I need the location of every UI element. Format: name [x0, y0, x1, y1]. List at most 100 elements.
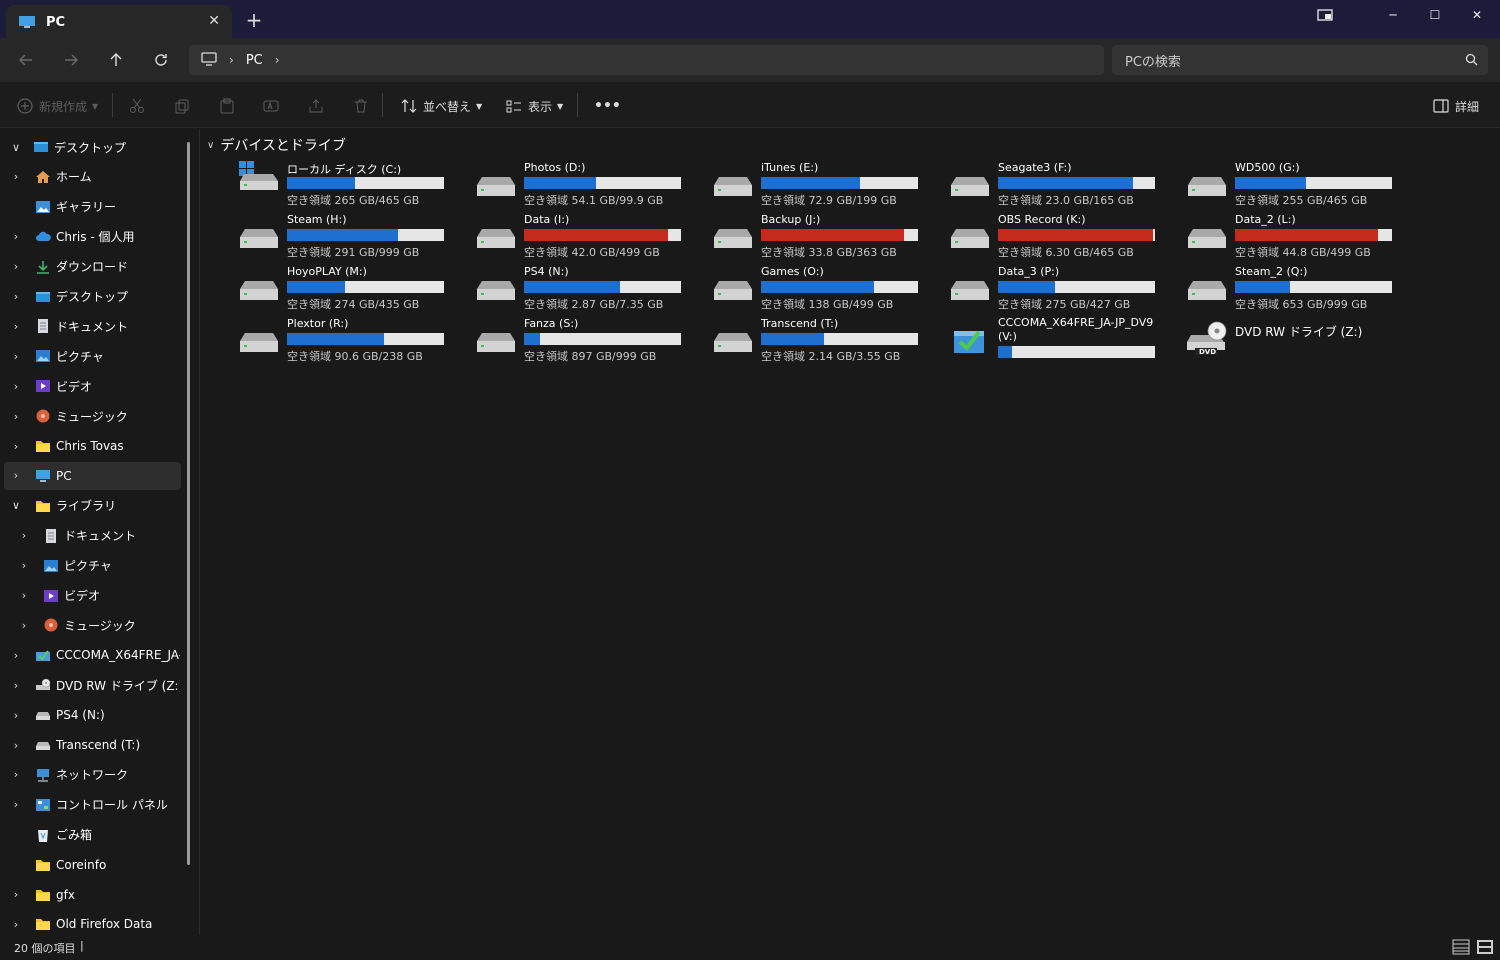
- chevron-right-icon[interactable]: ›: [10, 649, 22, 662]
- rename-icon[interactable]: [263, 95, 279, 117]
- breadcrumb-pc[interactable]: PC: [246, 53, 263, 68]
- tab-pc[interactable]: PC ✕: [6, 5, 232, 39]
- sidebar-item[interactable]: › DVD RW ドライブ (Z:): [4, 671, 181, 699]
- chevron-right-icon[interactable]: ›: [10, 410, 22, 423]
- drive-tile[interactable]: WD500 (G:) 空き領域 255 GB/465 GB: [1187, 161, 1407, 207]
- chevron-down-icon[interactable]: ∨: [10, 499, 22, 512]
- drive-tile[interactable]: DVD DVD RW ドライブ (Z:): [1187, 317, 1407, 363]
- sidebar-item[interactable]: › ビデオ: [4, 582, 181, 610]
- sidebar-item[interactable]: › Transcend (T:): [4, 731, 181, 759]
- sidebar-item[interactable]: › コントロール パネル: [4, 791, 181, 819]
- sidebar-item[interactable]: › ミュージック: [4, 611, 181, 639]
- refresh-icon[interactable]: [148, 48, 174, 72]
- chevron-right-icon[interactable]: ›: [10, 170, 22, 183]
- sidebar-item[interactable]: › CCCOMA_X64FRE_JA-JP_: [4, 641, 181, 669]
- chevron-right-icon[interactable]: ›: [18, 559, 30, 572]
- search-icon[interactable]: [1465, 53, 1478, 70]
- chevron-right-icon[interactable]: ›: [10, 290, 22, 303]
- sidebar-item[interactable]: ∨ デスクトップ: [4, 133, 181, 161]
- sidebar-scrollbar[interactable]: [187, 142, 190, 865]
- drive-tile[interactable]: Steam_2 (Q:) 空き領域 653 GB/999 GB: [1187, 265, 1407, 311]
- chevron-right-icon[interactable]: ›: [10, 469, 22, 482]
- chevron-right-icon[interactable]: ›: [18, 619, 30, 632]
- drive-tile[interactable]: Games (O:) 空き領域 138 GB/499 GB: [713, 265, 933, 311]
- sidebar-item[interactable]: › ビデオ: [4, 372, 181, 400]
- details-button[interactable]: 詳細: [1433, 95, 1479, 117]
- forward-arrow-icon[interactable]: [58, 48, 84, 72]
- chevron-right-icon[interactable]: ›: [10, 440, 22, 453]
- sidebar-item[interactable]: ∨ ライブラリ: [4, 492, 181, 520]
- sidebar-item[interactable]: › ダウンロード: [4, 253, 181, 281]
- more-options-button[interactable]: •••: [594, 95, 621, 117]
- chevron-right-icon[interactable]: ›: [10, 739, 22, 752]
- chevron-right-icon[interactable]: ›: [10, 798, 22, 811]
- drive-tile[interactable]: Plextor (R:) 空き領域 90.6 GB/238 GB: [239, 317, 459, 363]
- copy-icon[interactable]: [174, 95, 190, 117]
- chevron-right-icon[interactable]: ›: [10, 230, 22, 243]
- sidebar-item[interactable]: › ホーム: [4, 163, 181, 191]
- chevron-right-icon[interactable]: ›: [18, 529, 30, 542]
- close-button[interactable]: ✕: [1456, 0, 1498, 30]
- sidebar-item[interactable]: › Chris - 個人用: [4, 223, 181, 251]
- sidebar-item[interactable]: › ピクチャ: [4, 342, 181, 370]
- breadcrumb-chevron-icon[interactable]: ›: [275, 53, 280, 67]
- drive-tile[interactable]: Fanza (S:) 空き領域 897 GB/999 GB: [476, 317, 696, 363]
- drive-tile[interactable]: HoyoPLAY (M:) 空き領域 274 GB/435 GB: [239, 265, 459, 311]
- drive-tile[interactable]: CCCOMA_X64FRE_JA-JP_DV9 (V:): [950, 316, 1170, 363]
- cut-icon[interactable]: [129, 95, 145, 117]
- sidebar-item[interactable]: › デスクトップ: [4, 283, 181, 311]
- chevron-right-icon[interactable]: ›: [10, 380, 22, 393]
- drive-tile[interactable]: Data_2 (L:) 空き領域 44.8 GB/499 GB: [1187, 213, 1407, 259]
- view-button[interactable]: 表示 ▼: [506, 95, 563, 117]
- snap-icon[interactable]: [1304, 0, 1346, 30]
- drive-tile[interactable]: Photos (D:) 空き領域 54.1 GB/99.9 GB: [476, 161, 696, 207]
- chevron-right-icon[interactable]: ›: [10, 679, 22, 692]
- drive-tile[interactable]: Transcend (T:) 空き領域 2.14 GB/3.55 GB: [713, 317, 933, 363]
- drive-tile[interactable]: ローカル ディスク (C:) 空き領域 265 GB/465 GB: [239, 161, 459, 207]
- sidebar-item[interactable]: › ドキュメント: [4, 312, 181, 340]
- drive-tile[interactable]: Data_3 (P:) 空き領域 275 GB/427 GB: [950, 265, 1170, 311]
- sidebar-item[interactable]: › ドキュメント: [4, 522, 181, 550]
- new-button[interactable]: 新規作成 ▼: [17, 95, 98, 117]
- tab-close-icon[interactable]: ✕: [208, 13, 220, 29]
- drive-tile[interactable]: iTunes (E:) 空き領域 72.9 GB/199 GB: [713, 161, 933, 207]
- search-box[interactable]: PCの検索: [1112, 45, 1488, 75]
- sidebar-item[interactable]: Coreinfo: [4, 851, 181, 879]
- sort-button[interactable]: 並べ替え ▼: [401, 95, 482, 117]
- details-view-icon[interactable]: [1452, 939, 1470, 955]
- drive-tile[interactable]: PS4 (N:) 空き領域 2.87 GB/7.35 GB: [476, 265, 696, 311]
- maximize-button[interactable]: ☐: [1414, 0, 1456, 30]
- drive-tile[interactable]: Steam (H:) 空き領域 291 GB/999 GB: [239, 213, 459, 259]
- paste-icon[interactable]: [219, 95, 235, 117]
- drive-tile[interactable]: Backup (J:) 空き領域 33.8 GB/363 GB: [713, 213, 933, 259]
- sidebar-item[interactable]: › ミュージック: [4, 402, 181, 430]
- delete-icon[interactable]: [353, 95, 369, 117]
- sidebar-item[interactable]: › PC: [4, 461, 181, 490]
- chevron-right-icon[interactable]: ›: [10, 320, 22, 333]
- drive-tile[interactable]: OBS Record (K:) 空き領域 6.30 GB/465 GB: [950, 213, 1170, 259]
- sidebar-item[interactable]: › ネットワーク: [4, 761, 181, 789]
- chevron-right-icon[interactable]: ›: [10, 350, 22, 363]
- chevron-right-icon[interactable]: ›: [10, 768, 22, 781]
- minimize-button[interactable]: ─: [1372, 0, 1414, 30]
- sidebar-item[interactable]: › PS4 (N:): [4, 701, 181, 729]
- tiles-view-icon[interactable]: [1476, 939, 1494, 955]
- up-arrow-icon[interactable]: [103, 48, 129, 72]
- drive-tile[interactable]: Seagate3 (F:) 空き領域 23.0 GB/165 GB: [950, 161, 1170, 207]
- sidebar-item[interactable]: ごみ箱: [4, 821, 181, 849]
- drive-tile[interactable]: Data (I:) 空き領域 42.0 GB/499 GB: [476, 213, 696, 259]
- sidebar-item[interactable]: ギャラリー: [4, 193, 181, 221]
- chevron-down-icon[interactable]: ∨: [10, 141, 22, 154]
- chevron-right-icon[interactable]: ›: [18, 589, 30, 602]
- sidebar-item[interactable]: › Chris Tovas: [4, 432, 181, 460]
- search-input[interactable]: PCの検索: [1125, 51, 1181, 70]
- chevron-right-icon[interactable]: ›: [10, 888, 22, 901]
- share-icon[interactable]: [308, 95, 324, 117]
- sidebar-item[interactable]: › gfx: [4, 881, 181, 909]
- group-header-devices[interactable]: ∨ デバイスとドライブ: [207, 135, 346, 155]
- chevron-right-icon[interactable]: ›: [10, 709, 22, 722]
- address-bar[interactable]: › PC ›: [189, 45, 1104, 75]
- new-tab-button[interactable]: +: [244, 8, 264, 32]
- back-arrow-icon[interactable]: [13, 48, 39, 72]
- sidebar-item[interactable]: › ピクチャ: [4, 552, 181, 580]
